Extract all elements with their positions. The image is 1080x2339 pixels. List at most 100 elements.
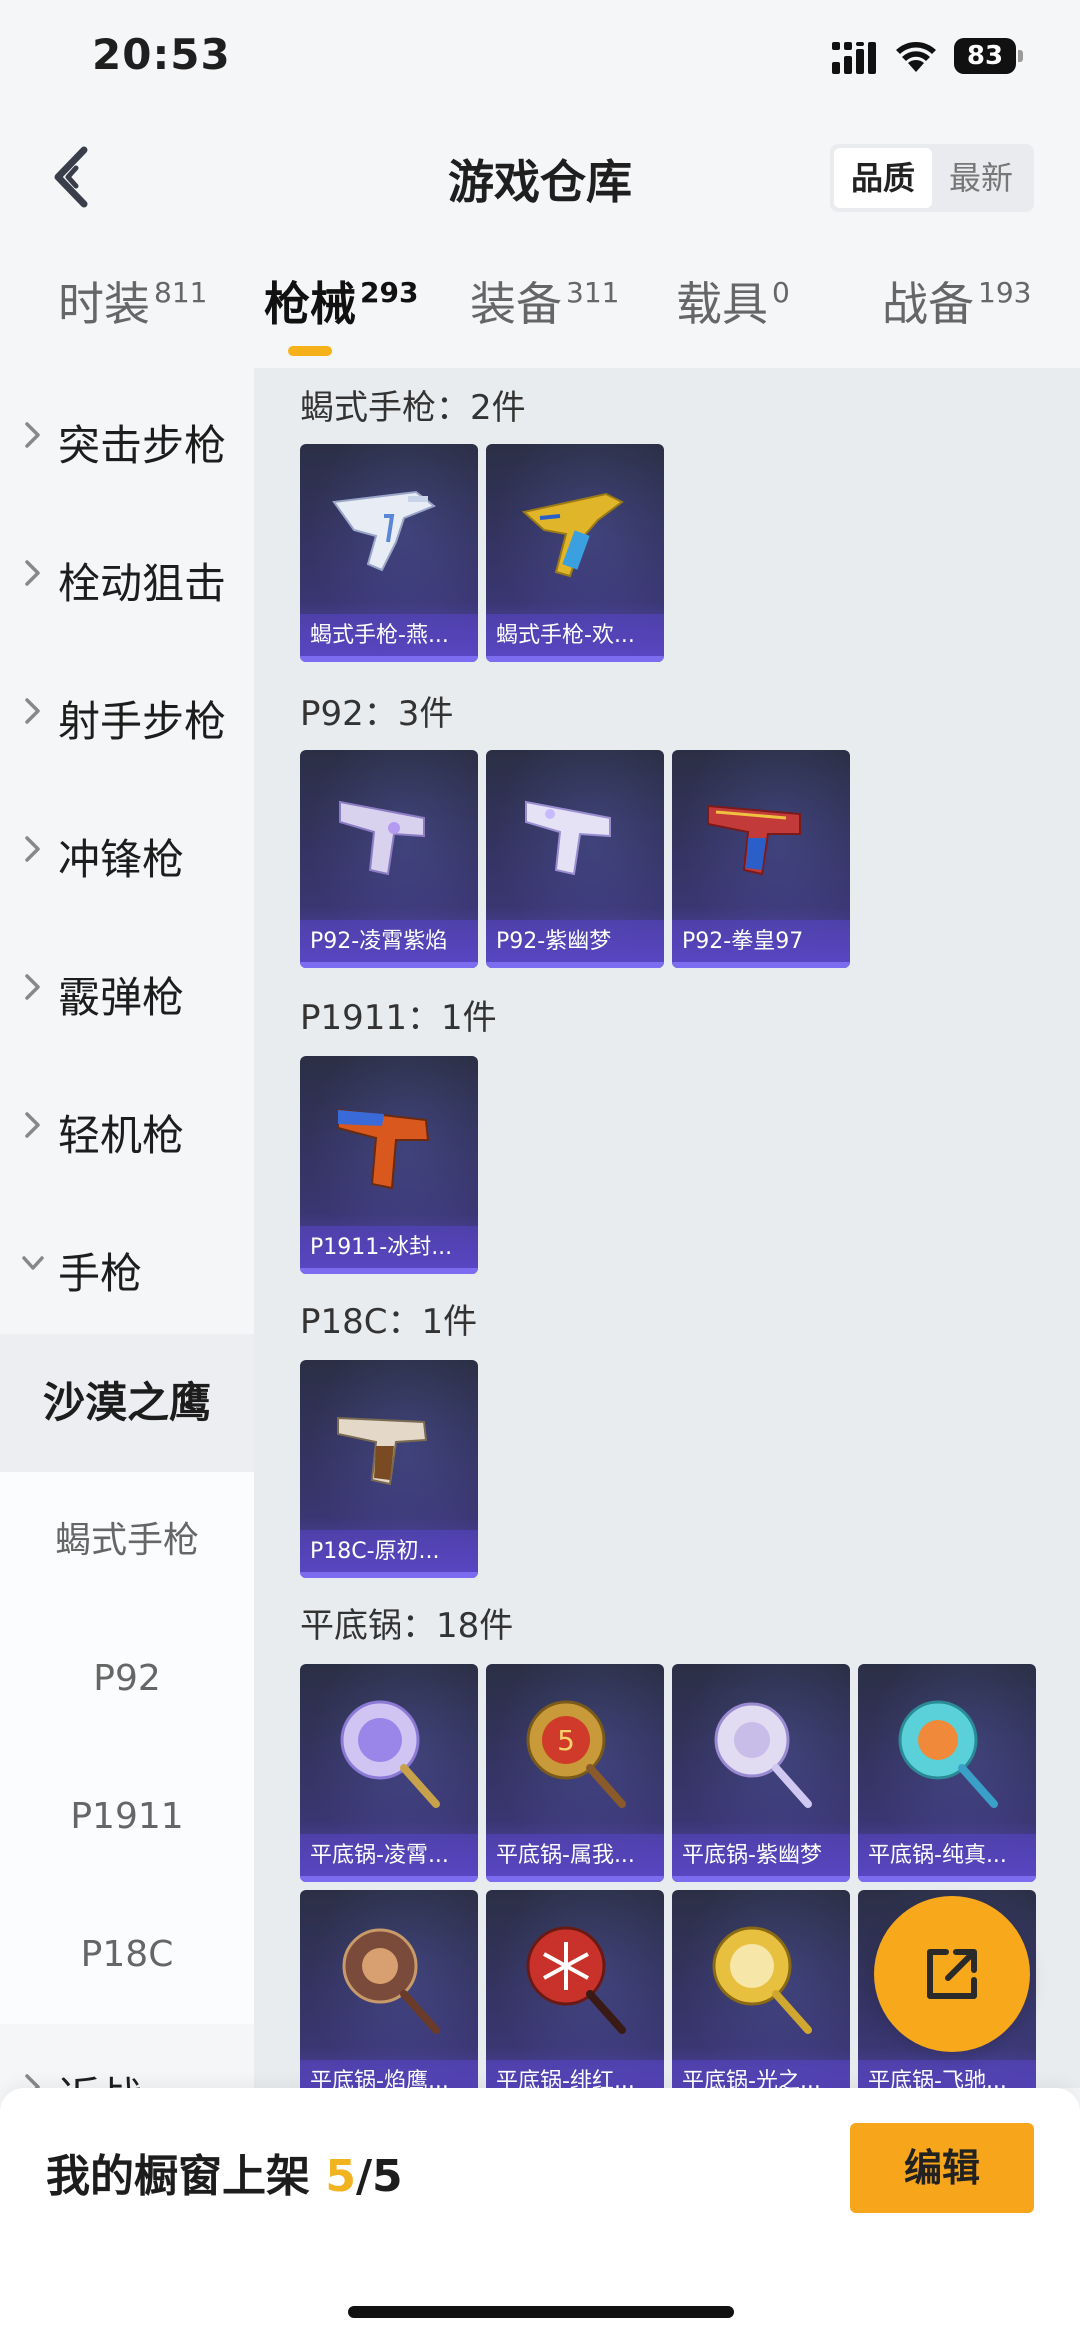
sidebar-subitem-p18c[interactable]: P18C	[0, 1886, 254, 2024]
frying-pan-skin-icon: 5	[526, 1700, 626, 1808]
item-name: P92-拳皇97	[672, 920, 850, 968]
showcase-current-count: 5	[325, 2151, 356, 2202]
item-card[interactable]: 蝎式手枪-燕...	[300, 444, 478, 662]
svg-text:5: 5	[557, 1724, 575, 1757]
chevron-right-icon	[25, 560, 40, 586]
category-tabs: 时装 811 枪械 293 装备 311 载具 0 战备 193	[0, 268, 1080, 358]
tab-count: 293	[360, 276, 419, 309]
sidebar-item-lmg[interactable]: 轻机枪	[0, 1058, 254, 1196]
sort-by-latest-button[interactable]: 最新	[932, 148, 1030, 208]
tab-firearms[interactable]: 枪械 293	[264, 268, 418, 358]
showcase-count-separator: /	[355, 2151, 373, 2202]
item-card[interactable]: P92-凌霄紫焰	[300, 750, 478, 968]
tab-supplies[interactable]: 战备 193	[882, 268, 1031, 358]
sidebar-subitem-p92[interactable]: P92	[0, 1610, 254, 1748]
sidebar: 突击步枪 栓动狙击 射手步枪 冲锋枪 霰弹枪 轻机枪 手枪 沙漠之鹰 蝎式手枪 …	[0, 368, 254, 2122]
sort-toggle: 品质 最新	[830, 144, 1034, 212]
item-card[interactable]: 平底锅-凌霄...	[300, 1664, 478, 1882]
pistol-skin-icon	[707, 804, 801, 876]
tab-vehicles[interactable]: 载具 0	[676, 268, 790, 358]
group-title: P1911：1件	[300, 998, 497, 1038]
item-name: P92-紫幽梦	[486, 920, 664, 968]
showcase-bar: 我的橱窗上架 5/5 编辑	[0, 2088, 1080, 2339]
chevron-right-icon	[25, 1112, 40, 1138]
group-title: P18C：1件	[300, 1302, 478, 1342]
sidebar-item-smg[interactable]: 冲锋枪	[0, 782, 254, 920]
tab-label: 时装	[58, 277, 150, 331]
item-card[interactable]: 平底锅-绯红...	[486, 1890, 664, 2088]
item-name: 蝎式手枪-欢...	[486, 614, 664, 662]
item-name: 平底锅-纯真...	[858, 1834, 1036, 1882]
sort-by-quality-button[interactable]: 品质	[834, 148, 932, 208]
status-time: 20:53	[92, 30, 231, 79]
item-name: 平底锅-紫幽梦	[672, 1834, 850, 1882]
frying-pan-skin-icon	[712, 1926, 812, 2034]
sidebar-item-assault-rifle[interactable]: 突击步枪	[0, 368, 254, 506]
group-title: 平底锅：18件	[300, 1606, 514, 1646]
sidebar-item-pistol[interactable]: 手枪	[0, 1196, 254, 1334]
tab-count: 0	[772, 276, 790, 309]
pistol-skin-icon	[525, 800, 611, 876]
frying-pan-skin-icon	[526, 1926, 626, 2034]
tab-count: 811	[154, 276, 208, 309]
sidebar-item-label: 冲锋枪	[58, 835, 185, 884]
item-card[interactable]: P92-拳皇97	[672, 750, 850, 968]
battery-tip	[1018, 50, 1023, 62]
item-card[interactable]: 平底锅-纯真...	[858, 1664, 1036, 1882]
item-card[interactable]: 平底锅-焰鹰...	[300, 1890, 478, 2088]
frying-pan-skin-icon	[714, 1702, 812, 1808]
item-card[interactable]: 平底锅-紫幽梦	[672, 1664, 850, 1882]
edit-button[interactable]: 编辑	[850, 2123, 1034, 2213]
item-card[interactable]: 平底锅-光之...	[672, 1890, 850, 2088]
item-name: 平底锅-属我...	[486, 1834, 664, 1882]
showcase-count: 我的橱窗上架 5/5	[46, 2140, 403, 2204]
item-name: P18C-原初...	[300, 1530, 478, 1578]
sidebar-item-label: 射手步枪	[58, 697, 227, 746]
sidebar-item-label: 霰弹枪	[58, 973, 185, 1022]
share-button[interactable]	[874, 1896, 1030, 2052]
item-card[interactable]: 5 平底锅-属我...	[486, 1664, 664, 1882]
wifi-icon	[896, 42, 936, 72]
sidebar-item-label: 轻机枪	[58, 1111, 185, 1160]
chevron-down-icon	[22, 1256, 44, 1270]
item-name: 平底锅-焰鹰...	[300, 2060, 478, 2088]
chevron-right-icon	[25, 974, 40, 1000]
frying-pan-skin-icon	[342, 1928, 440, 2034]
item-name: 平底锅-绯红...	[486, 2060, 664, 2088]
pistol-skin-icon	[337, 1416, 428, 1486]
item-card[interactable]: P18C-原初...	[300, 1360, 478, 1578]
sidebar-item-shotgun[interactable]: 霰弹枪	[0, 920, 254, 1058]
sidebar-item-bolt-action-sniper[interactable]: 栓动狙击	[0, 506, 254, 644]
share-icon	[927, 1949, 977, 1999]
tab-label: 枪械	[264, 277, 356, 331]
item-name: P1911-冰封...	[300, 1226, 478, 1274]
item-card[interactable]: P92-紫幽梦	[486, 750, 664, 968]
chevron-right-icon	[25, 422, 40, 448]
inventory-grid: 蝎式手枪：2件 蝎式手枪-燕... 蝎式手枪-欢... P92：3件 P92-凌…	[254, 368, 1080, 2088]
tab-fashion[interactable]: 时装 811	[58, 268, 207, 358]
active-tab-indicator	[288, 346, 332, 356]
frying-pan-skin-icon	[340, 1700, 440, 1808]
sidebar-item-label: 手枪	[58, 1249, 143, 1298]
scorpion-pistol-skin-icon	[332, 490, 436, 572]
sidebar-subitem-desert-eagle[interactable]: 沙漠之鹰	[0, 1334, 254, 1472]
battery-indicator: 83	[954, 38, 1024, 74]
sidebar-item-label: 栓动狙击	[58, 559, 227, 608]
tab-label: 战备	[882, 277, 974, 331]
item-card[interactable]: P1911-冰封...	[300, 1056, 478, 1274]
tab-count: 193	[978, 276, 1032, 309]
sidebar-subitem-p1911[interactable]: P1911	[0, 1748, 254, 1886]
battery-level: 83	[954, 38, 1016, 74]
sidebar-subitem-scorpion-pistol[interactable]: 蝎式手枪	[0, 1472, 254, 1610]
tab-equipment[interactable]: 装备 311	[470, 268, 619, 358]
sidebar-item-marksman-rifle[interactable]: 射手步枪	[0, 644, 254, 782]
pistol-skin-icon	[337, 1108, 430, 1190]
pistol-skin-icon	[339, 800, 425, 876]
status-bar: 20:53 83	[0, 0, 1080, 120]
item-card[interactable]: 蝎式手枪-欢...	[486, 444, 664, 662]
scorpion-pistol-skin-icon	[521, 492, 624, 578]
item-name: 平底锅-光之...	[672, 2060, 850, 2088]
frying-pan-skin-icon	[898, 1700, 998, 1808]
group-title: 蝎式手枪：2件	[300, 388, 526, 428]
item-name: 平底锅-飞驰...	[858, 2060, 1036, 2088]
